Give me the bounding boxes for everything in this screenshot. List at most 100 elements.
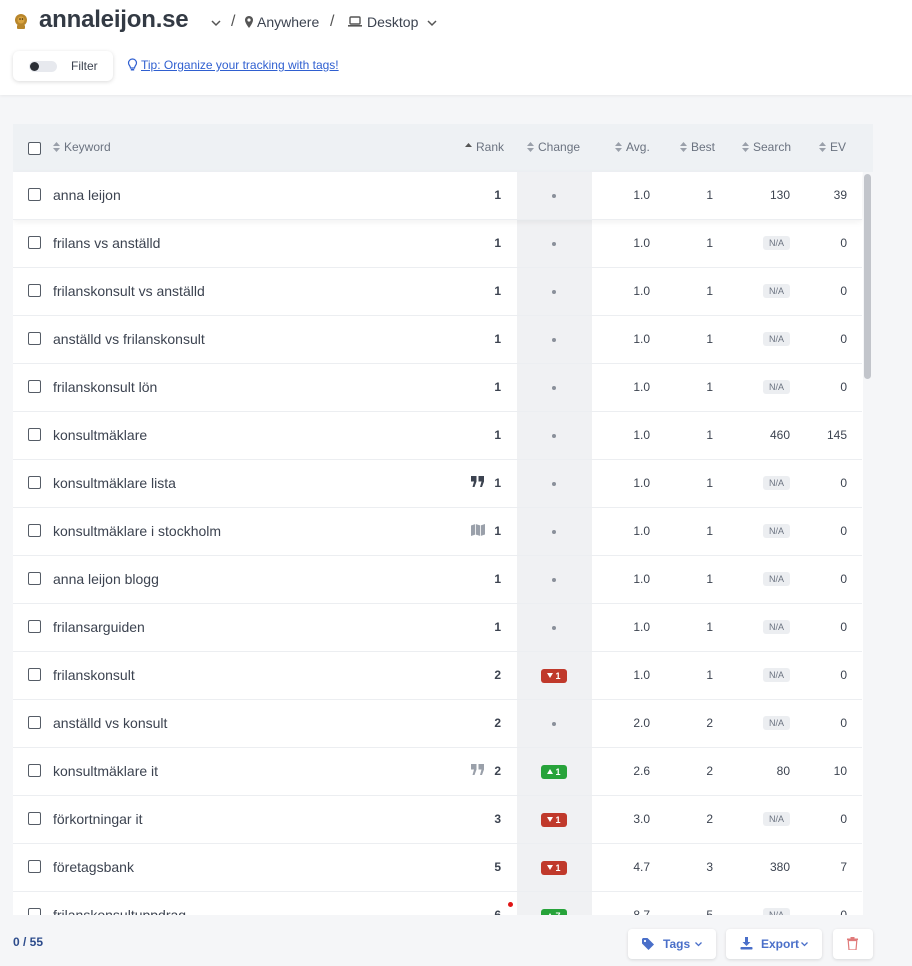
no-change-dot [552, 386, 556, 390]
keyword-text[interactable]: frilanskonsult lön [53, 379, 157, 395]
sort-icon [53, 142, 60, 152]
search-na-badge: N/A [762, 572, 790, 586]
keyword-text[interactable]: konsultmäklare i stockholm [53, 523, 221, 539]
keyword-text[interactable]: anställd vs frilanskonsult [53, 331, 205, 347]
ev-value: 0 [840, 812, 847, 826]
no-change-dot [552, 626, 556, 630]
table-row[interactable]: företagsbank 5 1 4.7 3 380 7 [13, 844, 862, 892]
table-row[interactable]: frilanskonsult vs anställd 1 1.0 1 N/A 0 [13, 268, 862, 316]
no-change-dot [552, 242, 556, 246]
avg-value: 1.0 [633, 284, 650, 298]
search-na-badge: N/A [762, 284, 790, 298]
row-checkbox[interactable] [28, 284, 41, 297]
keyword-text[interactable]: anställd vs konsult [53, 715, 167, 731]
select-all-checkbox[interactable] [28, 142, 41, 155]
row-checkbox[interactable] [28, 332, 41, 345]
table-row[interactable]: frilans vs anställd 1 1.0 1 N/A 0 [13, 220, 862, 268]
device-selector[interactable]: Desktop [367, 14, 418, 30]
search-na-badge: N/A [762, 380, 790, 394]
column-search[interactable]: Search [742, 140, 791, 154]
tags-button[interactable]: Tags [628, 929, 716, 959]
chevron-down-icon[interactable] [211, 18, 221, 28]
keyword-text[interactable]: anna leijon [53, 187, 121, 203]
avg-value: 1.0 [633, 332, 650, 346]
column-change-label: Change [538, 140, 581, 154]
column-avg[interactable]: Avg. [615, 140, 650, 154]
search-value: 380 [769, 860, 790, 874]
chevron-down-icon [695, 942, 702, 947]
row-checkbox[interactable] [28, 572, 41, 585]
table-row[interactable]: frilanskonsult 2 1 1.0 1 N/A 0 [13, 652, 862, 700]
chevron-down-icon[interactable] [427, 18, 437, 28]
arrow-up-icon [549, 913, 552, 915]
location-selector[interactable]: Anywhere [257, 14, 319, 30]
table-row[interactable]: konsultmäklare i stockholm 1 1.0 1 N/A 0 [13, 508, 862, 556]
tip-link[interactable]: Tip: Organize your tracking with tags! [141, 58, 339, 72]
table-row[interactable]: konsultmäklare 1 1.0 1 460 145 [13, 412, 862, 460]
best-value: 2 [706, 716, 713, 730]
toggle-switch[interactable] [29, 61, 57, 72]
rank-value: 3 [494, 812, 501, 826]
domain-title[interactable]: annaleijon.se [39, 6, 189, 34]
tags-label: Tags [663, 937, 691, 951]
row-checkbox[interactable] [28, 860, 41, 873]
avg-value: 1.0 [633, 236, 650, 250]
column-ev[interactable]: EV [819, 140, 846, 154]
table-row[interactable]: frilanskonsult lön 1 1.0 1 N/A 0 [13, 364, 862, 412]
search-na-badge: N/A [762, 236, 790, 250]
row-checkbox[interactable] [28, 236, 41, 249]
keyword-text[interactable]: konsultmäklare [53, 427, 147, 443]
table-row[interactable]: anställd vs konsult 2 2.0 2 N/A 0 [13, 700, 862, 748]
keyword-text[interactable]: konsultmäklare it [53, 763, 158, 779]
row-checkbox[interactable] [28, 620, 41, 633]
alert-dot [508, 902, 513, 907]
table-row[interactable]: anna leijon 1 1.0 1 130 39 [13, 172, 862, 220]
column-rank[interactable]: Rank [465, 140, 504, 154]
keyword-text[interactable]: förkortningar it [53, 811, 142, 827]
keyword-text[interactable]: frilanskonsult vs anställd [53, 283, 205, 299]
column-best[interactable]: Best [680, 140, 715, 154]
search-na-badge: N/A [762, 620, 790, 634]
rank-value: 1 [494, 524, 501, 538]
keyword-text[interactable]: företagsbank [53, 859, 134, 875]
table-row[interactable]: konsultmäklare it 2 1 2.6 2 80 10 [13, 748, 862, 796]
rank-value: 1 [494, 236, 501, 250]
row-checkbox[interactable] [28, 908, 41, 915]
change-value: 7 [555, 911, 560, 915]
table-row[interactable]: konsultmäklare lista 1 1.0 1 N/A 0 [13, 460, 862, 508]
table-row[interactable]: anna leijon blogg 1 1.0 1 N/A 0 [13, 556, 862, 604]
rank-value: 6 [494, 908, 501, 915]
table-row[interactable]: anställd vs frilanskonsult 1 1.0 1 N/A 0 [13, 316, 862, 364]
row-checkbox[interactable] [28, 764, 41, 777]
keyword-text[interactable]: frilansarguiden [53, 619, 145, 635]
row-checkbox[interactable] [28, 716, 41, 729]
keyword-text[interactable]: frilanskonsultuppdrag [53, 907, 186, 915]
table-row[interactable]: frilansarguiden 1 1.0 1 N/A 0 [13, 604, 862, 652]
export-button[interactable]: Export [726, 929, 822, 959]
best-value: 1 [706, 476, 713, 490]
row-checkbox[interactable] [28, 524, 41, 537]
filter-toggle[interactable]: Filter [13, 51, 113, 81]
column-rank-label: Rank [476, 140, 505, 154]
keyword-text[interactable]: frilans vs anställd [53, 235, 160, 251]
rank-value: 2 [494, 716, 501, 730]
tag-icon [642, 938, 654, 950]
row-checkbox[interactable] [28, 812, 41, 825]
avg-value: 3.0 [633, 812, 650, 826]
row-checkbox[interactable] [28, 428, 41, 441]
keyword-text[interactable]: konsultmäklare lista [53, 475, 176, 491]
table-row[interactable]: förkortningar it 3 1 3.0 2 N/A 0 [13, 796, 862, 844]
column-search-label: Search [753, 140, 792, 154]
row-checkbox[interactable] [28, 668, 41, 681]
column-avg-label: Avg. [626, 140, 650, 154]
delete-button[interactable] [833, 929, 873, 959]
keyword-text[interactable]: anna leijon blogg [53, 571, 159, 587]
row-checkbox[interactable] [28, 380, 41, 393]
scrollbar-thumb[interactable] [864, 174, 871, 379]
row-checkbox[interactable] [28, 188, 41, 201]
column-keyword[interactable]: Keyword [53, 140, 111, 154]
table-row[interactable]: frilanskonsultuppdrag 6 7 8.7 5 N/A 0 [13, 892, 862, 915]
keyword-text[interactable]: frilanskonsult [53, 667, 135, 683]
row-checkbox[interactable] [28, 476, 41, 489]
column-change[interactable]: Change [527, 140, 580, 154]
